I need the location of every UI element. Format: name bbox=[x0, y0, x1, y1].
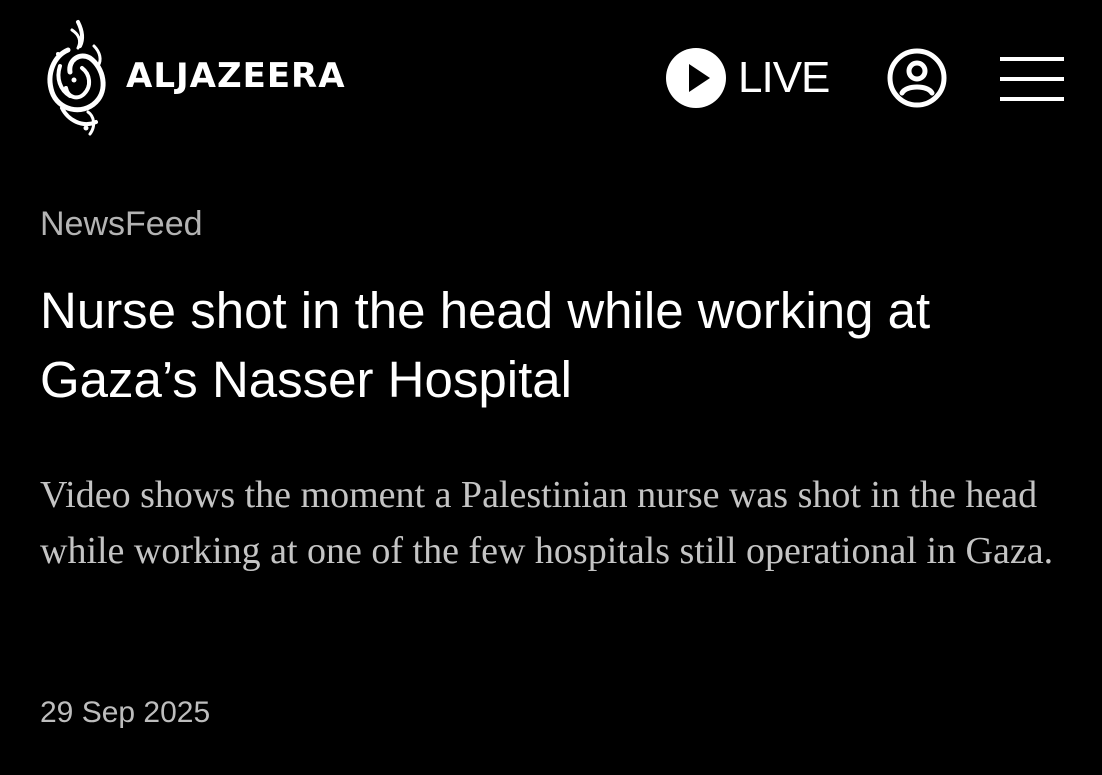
article-summary: Video shows the moment a Palestinian nur… bbox=[40, 474, 1054, 572]
hamburger-menu-icon bbox=[1000, 57, 1064, 101]
article-headline[interactable]: Nurse shot in the head while working at … bbox=[40, 276, 1080, 414]
site-logo[interactable]: ALJAZEERA bbox=[38, 16, 346, 140]
user-account-icon bbox=[887, 48, 947, 108]
site-header: ALJAZEERA LIVE bbox=[0, 0, 1102, 160]
live-button[interactable]: LIVE bbox=[666, 48, 830, 108]
hamburger-menu-button[interactable] bbox=[1000, 55, 1064, 103]
play-icon bbox=[666, 48, 726, 108]
user-account-button[interactable] bbox=[886, 47, 948, 109]
article-date: 29 Sep 2025 bbox=[40, 696, 211, 729]
article-category[interactable]: NewsFeed bbox=[40, 205, 203, 244]
live-label: LIVE bbox=[738, 53, 830, 102]
brand-name: ALJAZEERA bbox=[126, 56, 346, 96]
aljazeera-calligraphy-logo-icon bbox=[47, 20, 106, 136]
